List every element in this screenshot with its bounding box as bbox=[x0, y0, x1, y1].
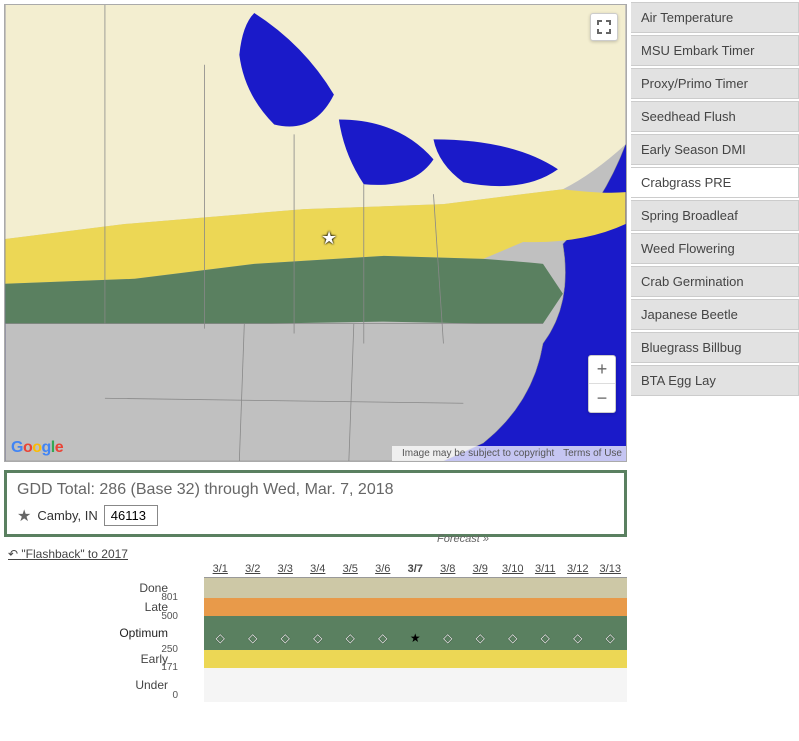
menu-item-japanese-beetle[interactable]: Japanese Beetle bbox=[631, 299, 799, 330]
threshold-bands: Done Late Optimum Early Under 801 500 25… bbox=[4, 578, 627, 702]
data-point-row: ◇◇◇◇◇◇★◇◇◇◇◇◇ bbox=[204, 631, 627, 645]
menu-item-bluegrass-billbug[interactable]: Bluegrass Billbug bbox=[631, 332, 799, 363]
menu-item-bta-egg-lay[interactable]: BTA Egg Lay bbox=[631, 365, 799, 396]
google-logo: Google bbox=[11, 439, 63, 457]
star-icon: ★ bbox=[17, 506, 31, 526]
date-3-11[interactable]: 3/11 bbox=[529, 563, 562, 577]
gdd-map[interactable]: ★ + − Google Image may be subject to cop… bbox=[4, 4, 627, 462]
data-point[interactable]: ◇ bbox=[497, 631, 530, 645]
gdd-summary-box: GDD Total: 286 (Base 32) through Wed, Ma… bbox=[4, 470, 627, 537]
menu-item-crab-germination[interactable]: Crab Germination bbox=[631, 266, 799, 297]
map-terms-link[interactable]: Terms of Use bbox=[563, 448, 622, 459]
zoom-in-button[interactable]: + bbox=[589, 356, 615, 384]
forecast-label: Forecast » bbox=[437, 533, 489, 545]
menu-item-early-season-dmi[interactable]: Early Season DMI bbox=[631, 134, 799, 165]
data-point[interactable]: ◇ bbox=[367, 631, 400, 645]
map-attribution: Image may be subject to copyright Terms … bbox=[392, 446, 626, 461]
location-marker-star: ★ bbox=[321, 228, 337, 249]
band-label-optimum: Optimum bbox=[4, 626, 204, 640]
flashback-link[interactable]: ↶ "Flashback" to 2017 bbox=[8, 547, 128, 561]
location-name: Camby, IN bbox=[37, 508, 97, 523]
zoom-out-button[interactable]: − bbox=[589, 384, 615, 412]
data-point[interactable]: ◇ bbox=[302, 631, 335, 645]
zoom-control: + − bbox=[588, 355, 616, 413]
date-3-8[interactable]: 3/8 bbox=[432, 563, 465, 577]
date-3-6[interactable]: 3/6 bbox=[367, 563, 400, 577]
zip-input[interactable] bbox=[104, 505, 158, 526]
date-3-2[interactable]: 3/2 bbox=[237, 563, 270, 577]
date-3-4[interactable]: 3/4 bbox=[302, 563, 335, 577]
menu-item-weed-flowering[interactable]: Weed Flowering bbox=[631, 233, 799, 264]
data-point[interactable]: ★ bbox=[399, 631, 432, 645]
date-3-3[interactable]: 3/3 bbox=[269, 563, 302, 577]
date-3-12[interactable]: 3/12 bbox=[562, 563, 595, 577]
menu-item-seedhead-flush[interactable]: Seedhead Flush bbox=[631, 101, 799, 132]
date-3-1[interactable]: 3/1 bbox=[204, 563, 237, 577]
map-svg bbox=[5, 5, 626, 461]
menu-item-spring-broadleaf[interactable]: Spring Broadleaf bbox=[631, 200, 799, 231]
menu-item-air-temperature[interactable]: Air Temperature bbox=[631, 2, 799, 33]
fullscreen-icon bbox=[597, 20, 611, 34]
date-3-10[interactable]: 3/10 bbox=[497, 563, 530, 577]
date-3-7[interactable]: 3/7 bbox=[399, 563, 432, 577]
data-point[interactable]: ◇ bbox=[529, 631, 562, 645]
data-point[interactable]: ◇ bbox=[562, 631, 595, 645]
menu-item-proxy-primo-timer[interactable]: Proxy/Primo Timer bbox=[631, 68, 799, 99]
data-point[interactable]: ◇ bbox=[464, 631, 497, 645]
data-point[interactable]: ◇ bbox=[594, 631, 627, 645]
date-3-13[interactable]: 3/13 bbox=[594, 563, 627, 577]
gdd-total-text: GDD Total: 286 (Base 32) through Wed, Ma… bbox=[17, 481, 614, 499]
date-scale: 3/13/23/33/43/53/63/73/83/93/103/113/123… bbox=[204, 563, 627, 578]
data-point[interactable]: ◇ bbox=[237, 631, 270, 645]
data-point[interactable]: ◇ bbox=[334, 631, 367, 645]
data-point[interactable]: ◇ bbox=[269, 631, 302, 645]
gdd-timeline-chart: ↶ "Flashback" to 2017 Forecast » 3/13/23… bbox=[4, 547, 627, 702]
map-copyright-text: Image may be subject to copyright bbox=[402, 448, 554, 459]
fullscreen-button[interactable] bbox=[590, 13, 618, 41]
data-point[interactable]: ◇ bbox=[432, 631, 465, 645]
date-3-5[interactable]: 3/5 bbox=[334, 563, 367, 577]
menu-item-msu-embark-timer[interactable]: MSU Embark Timer bbox=[631, 35, 799, 66]
model-menu: Air TemperatureMSU Embark TimerProxy/Pri… bbox=[631, 0, 799, 706]
date-3-9[interactable]: 3/9 bbox=[464, 563, 497, 577]
menu-item-crabgrass-pre[interactable]: Crabgrass PRE bbox=[631, 167, 799, 198]
data-point[interactable]: ◇ bbox=[204, 631, 237, 645]
